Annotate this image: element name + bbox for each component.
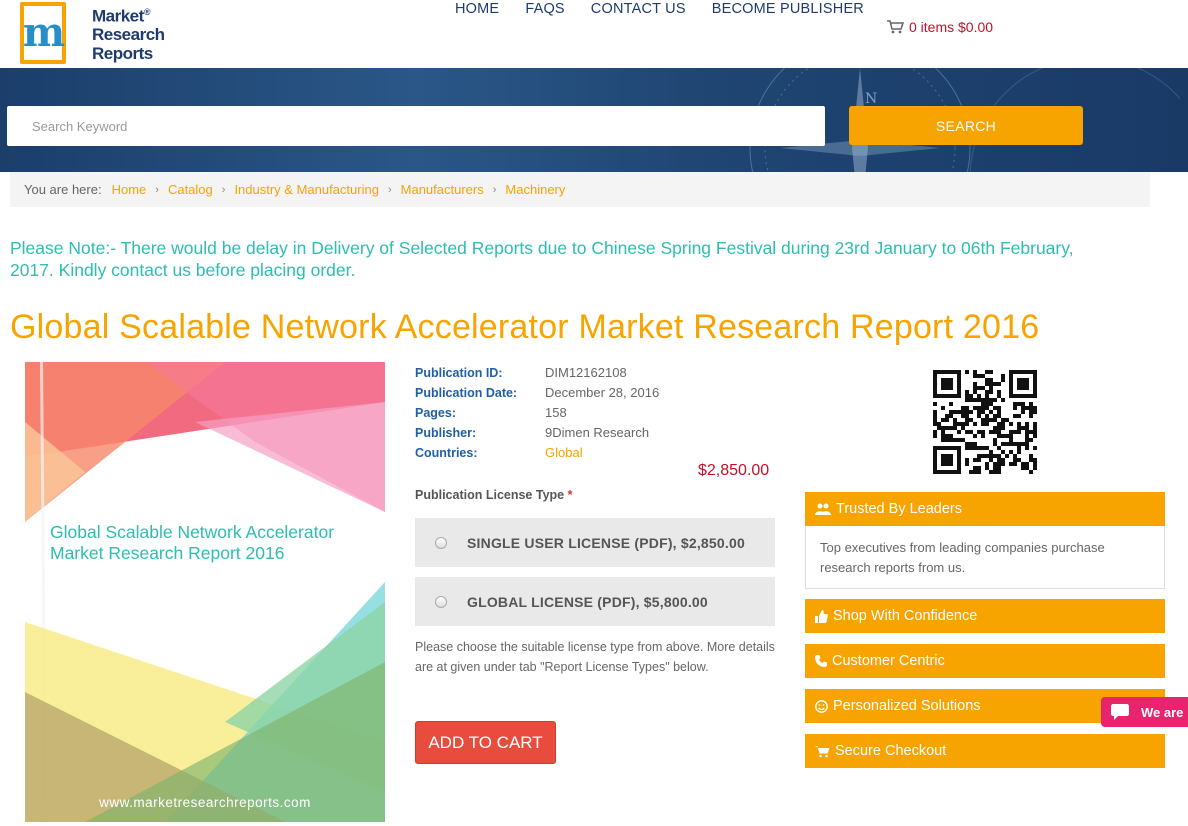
license-radio[interactable]	[435, 536, 447, 549]
chat-widget[interactable]: We are	[1101, 697, 1188, 727]
cart-icon	[887, 20, 904, 34]
breadcrumb-catalog[interactable]: Catalog	[168, 182, 213, 197]
license-option-label: GLOBAL LICENSE (PDF), $5,800.00	[467, 593, 708, 610]
license-label-text: Publication License Type	[415, 488, 565, 502]
qr-code	[933, 370, 1037, 474]
nav-faqs[interactable]: FAQS	[525, 1, 564, 17]
detail-row-date: Publication Date: December 28, 2016	[415, 383, 659, 403]
chevron-right-icon: ›	[155, 183, 159, 196]
panel-title: Personalized Solutions	[833, 698, 981, 714]
detail-row-countries: Countries: Global	[415, 443, 659, 463]
panel-title: Customer Centric	[832, 653, 945, 669]
license-option-global[interactable]: GLOBAL LICENSE (PDF), $5,800.00	[415, 577, 775, 626]
logo-text: Market® Research Reports	[92, 3, 165, 64]
panel-secure-checkout[interactable]: Secure Checkout	[805, 734, 1165, 768]
detail-value: 158	[545, 405, 567, 420]
chat-label: We are	[1141, 704, 1184, 720]
svg-text:N: N	[865, 91, 877, 107]
license-option-single[interactable]: SINGLE USER LICENSE (PDF), $2,850.00	[415, 518, 775, 567]
breadcrumb-industry[interactable]: Industry & Manufacturing	[234, 182, 379, 197]
publication-details: Publication ID: DIM12162108 Publication …	[415, 363, 659, 463]
chat-bubble-icon	[1111, 704, 1129, 720]
chevron-right-icon: ›	[492, 183, 497, 196]
required-marker: *	[567, 488, 573, 502]
panel-trusted-body: Top executives from leading companies pu…	[805, 526, 1165, 589]
thumbs-up-icon	[815, 609, 828, 623]
nav-home[interactable]: HOME	[455, 1, 499, 17]
panel-title: Trusted By Leaders	[836, 501, 962, 517]
detail-row-pages: Pages: 158	[415, 403, 659, 423]
chevron-right-icon: ›	[221, 183, 226, 196]
logo-line-1: Market	[92, 6, 144, 26]
cart-summary[interactable]: 0 items $0.00	[887, 19, 993, 35]
detail-key: Publisher:	[415, 426, 477, 440]
logo-line-3: Reports	[92, 44, 153, 64]
breadcrumb-manufacturers[interactable]: Manufacturers	[401, 182, 484, 197]
logo-registered: ®	[143, 6, 151, 17]
nav-contact-us[interactable]: CONTACT US	[591, 1, 686, 17]
phone-icon	[815, 655, 827, 667]
report-price: $2,850.00	[698, 462, 770, 479]
detail-value: December 28, 2016	[545, 385, 660, 400]
detail-value: 9Dimen Research	[545, 425, 650, 440]
detail-key: Publication Date:	[415, 386, 518, 400]
country-link[interactable]: Global	[545, 443, 583, 463]
logo-line-2: Research	[92, 25, 165, 45]
detail-row-id: Publication ID: DIM12162108	[415, 363, 659, 383]
detail-key: Publication ID:	[415, 366, 503, 380]
cover-artwork	[25, 362, 385, 822]
site-logo[interactable]: m Market® Research Reports	[20, 0, 170, 66]
breadcrumb-lead: You are here:	[24, 182, 102, 197]
cover-url: www.marketresearchreports.com	[99, 795, 311, 810]
license-help-text: Please choose the suitable license type …	[415, 640, 775, 674]
logo-mark: m	[20, 2, 66, 64]
search-button[interactable]: SEARCH	[849, 106, 1083, 145]
top-nav: HOME FAQS CONTACT US BECOME PUBLISHER	[455, 1, 864, 17]
panel-shop-with-confidence[interactable]: Shop With Confidence	[805, 599, 1165, 633]
report-cover: Global Scalable Network Accelerator Mark…	[25, 362, 385, 822]
delivery-note: Please Note:- There would be delay in De…	[10, 238, 1074, 280]
breadcrumb-machinery[interactable]: Machinery	[505, 182, 565, 197]
breadcrumb: You are here: Home › Catalog › Industry …	[10, 172, 1150, 207]
search-input[interactable]	[7, 106, 825, 146]
license-radio[interactable]	[435, 595, 447, 608]
license-type-label: Publication License Type *	[415, 488, 572, 502]
detail-row-publisher: Publisher: 9Dimen Research	[415, 423, 659, 443]
nav-become-publisher[interactable]: BECOME PUBLISHER	[712, 1, 864, 17]
users-icon	[815, 503, 831, 515]
page-title: Global Scalable Network Accelerator Mark…	[10, 308, 1040, 346]
cart-label: 0 items $0.00	[909, 19, 994, 35]
panel-title: Secure Checkout	[835, 743, 947, 759]
license-option-label: SINGLE USER LICENSE (PDF), $2,850.00	[467, 534, 745, 551]
chevron-right-icon: ›	[387, 183, 392, 196]
panel-customer-centric[interactable]: Customer Centric	[805, 644, 1165, 678]
breadcrumb-home[interactable]: Home	[112, 182, 147, 197]
panel-title: Shop With Confidence	[833, 608, 978, 624]
add-to-cart-button[interactable]: ADD TO CART	[415, 721, 556, 764]
panel-trusted-by-leaders[interactable]: Trusted By Leaders	[805, 492, 1165, 526]
logo-letter: m	[22, 9, 65, 56]
search-banner: N SEARCH	[0, 68, 1188, 172]
detail-key: Pages:	[415, 406, 456, 420]
detail-key: Countries:	[415, 446, 478, 460]
smile-icon	[815, 699, 828, 713]
detail-value: DIM12162108	[545, 365, 627, 380]
cart-icon	[815, 745, 830, 757]
cover-title: Global Scalable Network Accelerator Mark…	[50, 522, 335, 563]
